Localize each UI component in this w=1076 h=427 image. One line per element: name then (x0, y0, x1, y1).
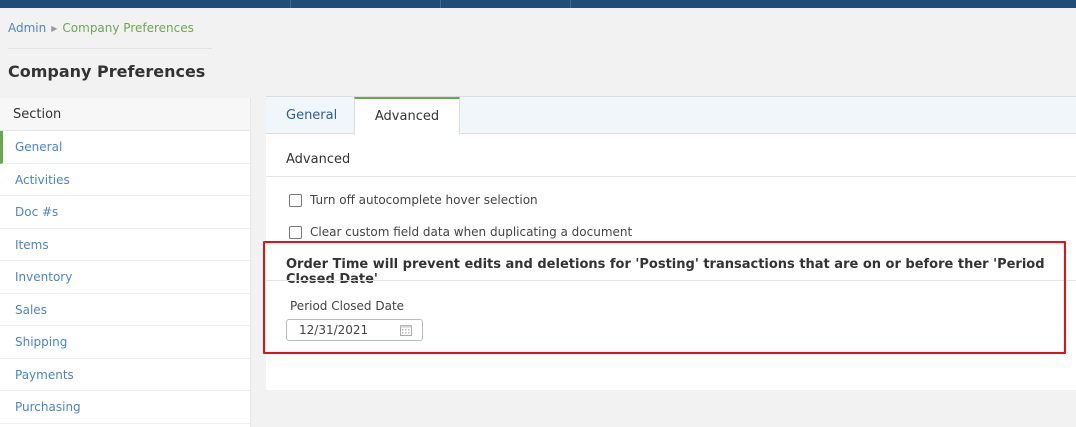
sidebar-item-purchasing[interactable]: Purchasing (0, 391, 250, 424)
clear-custom-field-checkbox[interactable] (289, 225, 302, 239)
clear-custom-field-label: Clear custom field data when duplicating… (310, 225, 633, 239)
breadcrumb-divider (8, 48, 212, 49)
sidebar-item-payments[interactable]: Payments (0, 359, 250, 391)
section-sidebar: Section General Activities Doc #s Items … (0, 98, 251, 427)
tab-bar: General Advanced (266, 97, 1076, 135)
heading-divider (266, 176, 1076, 177)
tab-general[interactable]: General (286, 97, 337, 134)
sidebar-item-doc-numbers[interactable]: Doc #s (0, 196, 250, 229)
page-title: Company Preferences (8, 62, 206, 81)
breadcrumb: Admin ▶ Company Preferences (8, 21, 194, 35)
autocomplete-hover-label: Turn off autocomplete hover selection (310, 193, 538, 207)
sidebar-item-activities[interactable]: Activities (0, 164, 250, 196)
option-clear-custom-field[interactable]: Clear custom field data when duplicating… (289, 225, 632, 239)
option-autocomplete-hover[interactable]: Turn off autocomplete hover selection (289, 193, 538, 207)
breadcrumb-arrow-icon: ▶ (51, 24, 58, 33)
section-header: Section (0, 98, 250, 131)
sidebar-item-items[interactable]: Items (0, 229, 250, 261)
annotation-highlight-box (263, 241, 1066, 354)
sidebar-item-general[interactable]: General (0, 131, 250, 164)
sidebar-item-shipping[interactable]: Shipping (0, 326, 250, 359)
breadcrumb-admin-link[interactable]: Admin (8, 21, 46, 35)
breadcrumb-current: Company Preferences (62, 21, 194, 35)
tab-advanced[interactable]: Advanced (354, 97, 460, 135)
advanced-heading: Advanced (286, 152, 351, 167)
top-navigation-bar (0, 0, 1076, 8)
sidebar-item-inventory[interactable]: Inventory (0, 261, 250, 294)
autocomplete-hover-checkbox[interactable] (289, 193, 302, 207)
sidebar-item-sales[interactable]: Sales (0, 294, 250, 326)
